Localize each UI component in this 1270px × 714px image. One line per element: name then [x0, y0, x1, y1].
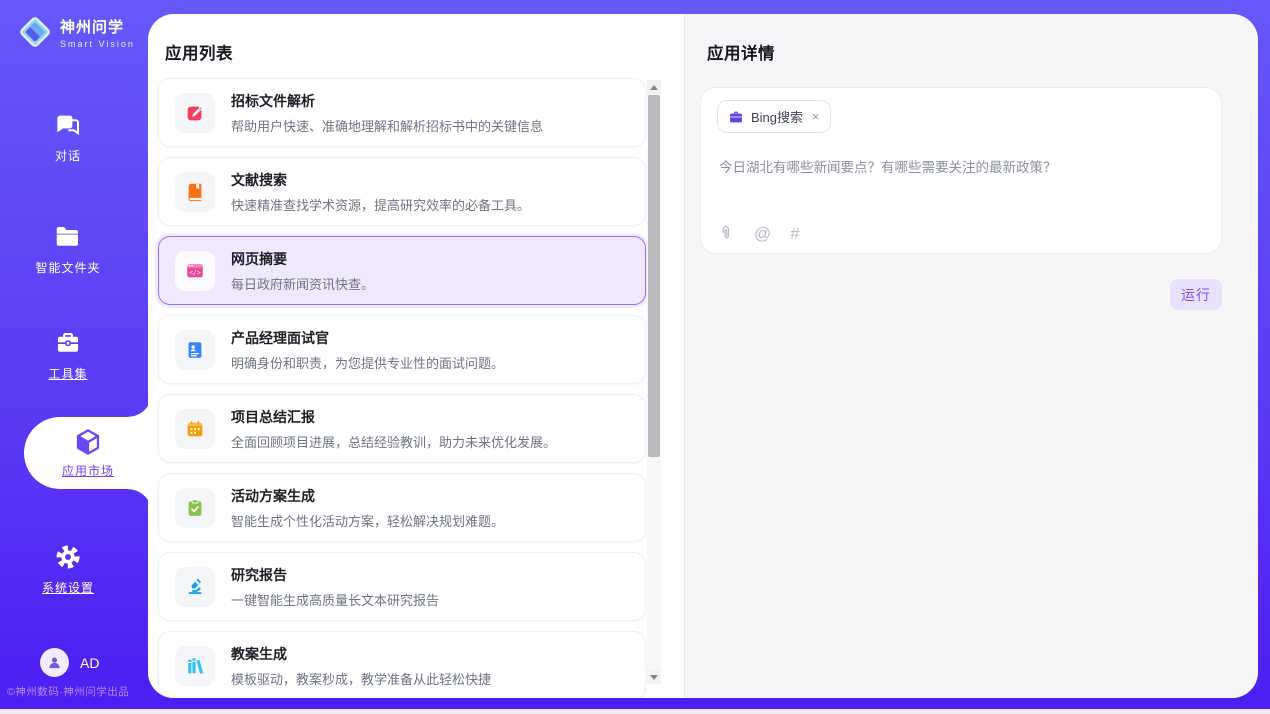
- app-description: 模板驱动，教案秒成，教学准备从此轻松快捷: [231, 669, 491, 688]
- app-name: 产品经理面试官: [231, 328, 504, 348]
- sidebar-item-cube[interactable]: 应用市场: [24, 417, 152, 489]
- arrow-down-icon: [650, 675, 658, 680]
- resume-icon: [175, 330, 215, 370]
- cube-icon: [72, 426, 104, 458]
- scrollbar[interactable]: [647, 80, 661, 684]
- scroll-up-button[interactable]: [647, 80, 661, 94]
- sidebar-item-inner: 智能文件夹: [0, 222, 136, 277]
- app-card[interactable]: 活动方案生成 智能生成个性化活动方案，轻松解决规划难题。: [158, 473, 646, 542]
- app-card-text: 网页摘要 每日政府新闻资讯快查。: [231, 249, 374, 293]
- sidebar-item-inner: 工具集: [0, 328, 136, 383]
- app-card[interactable]: </> 网页摘要 每日政府新闻资讯快查。: [158, 236, 646, 305]
- app-card[interactable]: 招标文件解析 帮助用户快速、准确地理解和解析招标书中的关键信息: [158, 78, 646, 147]
- brand-subtitle: Smart Vision: [60, 39, 135, 49]
- app-card-text: 研究报告 一键智能生成高质量长文本研究报告: [231, 565, 439, 609]
- prompt-input[interactable]: 今日湖北有哪些新闻要点？有哪些需要关注的最新政策？: [719, 158, 1203, 200]
- sidebar-item-chat[interactable]: 对话: [0, 110, 136, 165]
- folder-icon: [53, 222, 83, 252]
- sidebar-item-inner: 对话: [0, 110, 136, 165]
- app-card[interactable]: 产品经理面试官 明确身份和职责，为您提供专业性的面试问题。: [158, 315, 646, 384]
- edit-square-icon: [175, 93, 215, 133]
- chip-close-icon[interactable]: ×: [812, 109, 820, 124]
- browser-code-icon: </>: [175, 251, 215, 291]
- app-name: 网页摘要: [231, 249, 374, 269]
- sidebar-item-label: 对话: [55, 149, 81, 163]
- app-card-text: 活动方案生成 智能生成个性化活动方案，轻松解决规划难题。: [231, 486, 504, 530]
- copyright-text: ©神州数码·神州问学出品: [7, 684, 147, 699]
- user-name: AD: [80, 655, 99, 671]
- app-card-text: 项目总结汇报 全面回顾项目进展，总结经验教训，助力未来优化发展。: [231, 407, 556, 451]
- app-card[interactable]: 项目总结汇报 全面回顾项目进展，总结经验教训，助力未来优化发展。: [158, 394, 646, 463]
- app-description: 每日政府新闻资讯快查。: [231, 274, 374, 293]
- sidebar-item-inner: 应用市场: [29, 426, 147, 480]
- sidebar-item-label: 应用市场: [62, 464, 114, 478]
- app-name: 研究报告: [231, 565, 439, 585]
- composer-toolbar: @ #: [717, 224, 1205, 242]
- user-row[interactable]: AD: [40, 648, 99, 677]
- calendar-icon: [175, 409, 215, 449]
- app-detail-panel: 应用详情 Bing搜索 × 今日湖北有哪些新闻要点？有哪些需要关注的最新政策？: [685, 14, 1258, 698]
- app-description: 明确身份和职责，为您提供专业性的面试问题。: [231, 353, 504, 372]
- sidebar-item-folder[interactable]: 智能文件夹: [0, 222, 136, 277]
- app-description: 一键智能生成高质量长文本研究报告: [231, 590, 439, 609]
- hash-tag-icon[interactable]: #: [790, 225, 799, 242]
- clipboard-check-icon: [175, 488, 215, 528]
- app-card-text: 招标文件解析 帮助用户快速、准确地理解和解析招标书中的关键信息: [231, 91, 543, 135]
- app-window: { "brand": { "name": "神州问学", "subtitle":…: [0, 0, 1270, 714]
- app-card[interactable]: 研究报告 一键智能生成高质量长文本研究报告: [158, 552, 646, 621]
- brand-logo: 神州问学 Smart Vision: [18, 15, 135, 49]
- app-description: 快速精准查找学术资源，提高研究效率的必备工具。: [231, 195, 530, 214]
- sidebar-item-label: 工具集: [48, 367, 87, 381]
- chat-icon: [53, 110, 83, 140]
- tool-chip-bing-search[interactable]: Bing搜索 ×: [717, 100, 831, 133]
- app-name: 文献搜索: [231, 170, 530, 190]
- microscope-icon: [175, 567, 215, 607]
- gear-icon: [53, 542, 83, 572]
- app-card[interactable]: 文献搜索 快速精准查找学术资源，提高研究效率的必备工具。: [158, 157, 646, 226]
- app-card-text: 产品经理面试官 明确身份和职责，为您提供专业性的面试问题。: [231, 328, 504, 372]
- app-card-text: 文献搜索 快速精准查找学术资源，提高研究效率的必备工具。: [231, 170, 530, 214]
- app-name: 活动方案生成: [231, 486, 504, 506]
- book-icon: [175, 172, 215, 212]
- bottom-edge-strip: [0, 709, 1270, 714]
- briefcase-icon: [728, 109, 744, 125]
- run-button[interactable]: 运行: [1170, 279, 1222, 310]
- app-description: 智能生成个性化活动方案，轻松解决规划难题。: [231, 511, 504, 530]
- scroll-down-button[interactable]: [647, 670, 661, 684]
- app-card[interactable]: 教案生成 模板驱动，教案秒成，教学准备从此轻松快捷: [158, 631, 646, 698]
- toolbox-icon: [53, 328, 83, 358]
- sidebar-item-inner: 系统设置: [0, 542, 136, 597]
- svg-text:</>: </>: [189, 268, 201, 276]
- brand-name: 神州问学: [60, 16, 135, 37]
- app-name: 招标文件解析: [231, 91, 543, 111]
- run-row: 运行: [700, 279, 1222, 310]
- attach-paperclip-icon[interactable]: [717, 224, 735, 242]
- app-name: 项目总结汇报: [231, 407, 556, 427]
- content-area: 应用列表 招标文件解析 帮助用户快速、准确地理解和解析招标书中的关键信息 文献搜…: [148, 14, 1258, 698]
- app-list-title: 应用列表: [158, 40, 646, 64]
- sidebar: 神州问学 Smart Vision 对话 智能文件夹 工具集 应用市场 系统设置: [0, 0, 152, 714]
- brand-gem-icon: [18, 15, 52, 49]
- sidebar-item-label: 系统设置: [42, 581, 94, 595]
- sidebar-item-gear[interactable]: 系统设置: [0, 542, 136, 597]
- books-icon: [175, 646, 215, 686]
- app-description: 帮助用户快速、准确地理解和解析招标书中的关键信息: [231, 116, 543, 135]
- sidebar-item-label: 智能文件夹: [35, 261, 100, 275]
- app-name: 教案生成: [231, 644, 491, 664]
- mention-at-icon[interactable]: @: [754, 225, 771, 242]
- tool-chip-label: Bing搜索: [751, 107, 803, 126]
- scrollbar-thumb[interactable]: [648, 95, 660, 457]
- app-list: 招标文件解析 帮助用户快速、准确地理解和解析招标书中的关键信息 文献搜索 快速精…: [158, 78, 646, 698]
- sidebar-item-toolbox[interactable]: 工具集: [0, 328, 136, 383]
- app-card-text: 教案生成 模板驱动，教案秒成，教学准备从此轻松快捷: [231, 644, 491, 688]
- prompt-card: Bing搜索 × 今日湖北有哪些新闻要点？有哪些需要关注的最新政策？ @ #: [700, 87, 1222, 254]
- arrow-up-icon: [650, 85, 658, 90]
- user-avatar: [40, 648, 69, 677]
- person-icon: [46, 654, 63, 671]
- app-detail-title: 应用详情: [700, 40, 1222, 64]
- app-description: 全面回顾项目进展，总结经验教训，助力未来优化发展。: [231, 432, 556, 451]
- app-list-panel: 应用列表 招标文件解析 帮助用户快速、准确地理解和解析招标书中的关键信息 文献搜…: [148, 14, 685, 698]
